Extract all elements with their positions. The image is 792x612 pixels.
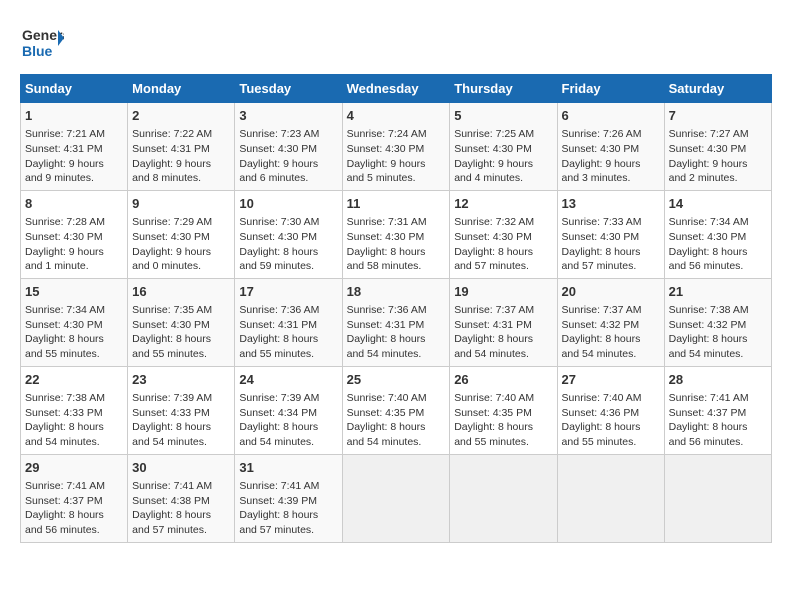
header-row: SundayMondayTuesdayWednesdayThursdayFrid… — [21, 75, 772, 103]
calendar-cell: 22Sunrise: 7:38 AMSunset: 4:33 PMDayligh… — [21, 366, 128, 454]
calendar-cell: 17Sunrise: 7:36 AMSunset: 4:31 PMDayligh… — [235, 278, 342, 366]
calendar-cell: 6Sunrise: 7:26 AMSunset: 4:30 PMDaylight… — [557, 103, 664, 191]
calendar-cell: 8Sunrise: 7:28 AMSunset: 4:30 PMDaylight… — [21, 190, 128, 278]
calendar-cell: 16Sunrise: 7:35 AMSunset: 4:30 PMDayligh… — [128, 278, 235, 366]
calendar-week-1: 1Sunrise: 7:21 AMSunset: 4:31 PMDaylight… — [21, 103, 772, 191]
calendar-week-3: 15Sunrise: 7:34 AMSunset: 4:30 PMDayligh… — [21, 278, 772, 366]
calendar-cell: 20Sunrise: 7:37 AMSunset: 4:32 PMDayligh… — [557, 278, 664, 366]
logo: GeneralBlue — [20, 20, 64, 64]
calendar-cell: 11Sunrise: 7:31 AMSunset: 4:30 PMDayligh… — [342, 190, 450, 278]
calendar-cell — [342, 454, 450, 542]
calendar-cell: 4Sunrise: 7:24 AMSunset: 4:30 PMDaylight… — [342, 103, 450, 191]
header-cell-wednesday: Wednesday — [342, 75, 450, 103]
calendar-cell: 15Sunrise: 7:34 AMSunset: 4:30 PMDayligh… — [21, 278, 128, 366]
calendar-week-4: 22Sunrise: 7:38 AMSunset: 4:33 PMDayligh… — [21, 366, 772, 454]
calendar-cell: 30Sunrise: 7:41 AMSunset: 4:38 PMDayligh… — [128, 454, 235, 542]
calendar-cell: 3Sunrise: 7:23 AMSunset: 4:30 PMDaylight… — [235, 103, 342, 191]
calendar-cell: 7Sunrise: 7:27 AMSunset: 4:30 PMDaylight… — [664, 103, 771, 191]
calendar-cell: 23Sunrise: 7:39 AMSunset: 4:33 PMDayligh… — [128, 366, 235, 454]
logo-svg: GeneralBlue — [20, 20, 64, 64]
calendar-cell: 1Sunrise: 7:21 AMSunset: 4:31 PMDaylight… — [21, 103, 128, 191]
calendar-cell: 26Sunrise: 7:40 AMSunset: 4:35 PMDayligh… — [450, 366, 557, 454]
calendar-cell: 13Sunrise: 7:33 AMSunset: 4:30 PMDayligh… — [557, 190, 664, 278]
header-cell-saturday: Saturday — [664, 75, 771, 103]
calendar-cell: 19Sunrise: 7:37 AMSunset: 4:31 PMDayligh… — [450, 278, 557, 366]
svg-text:Blue: Blue — [22, 43, 53, 59]
header-cell-thursday: Thursday — [450, 75, 557, 103]
calendar-cell: 5Sunrise: 7:25 AMSunset: 4:30 PMDaylight… — [450, 103, 557, 191]
calendar-cell: 18Sunrise: 7:36 AMSunset: 4:31 PMDayligh… — [342, 278, 450, 366]
calendar-cell: 9Sunrise: 7:29 AMSunset: 4:30 PMDaylight… — [128, 190, 235, 278]
header-cell-tuesday: Tuesday — [235, 75, 342, 103]
calendar-cell: 27Sunrise: 7:40 AMSunset: 4:36 PMDayligh… — [557, 366, 664, 454]
calendar-cell: 21Sunrise: 7:38 AMSunset: 4:32 PMDayligh… — [664, 278, 771, 366]
header-cell-friday: Friday — [557, 75, 664, 103]
calendar-cell: 24Sunrise: 7:39 AMSunset: 4:34 PMDayligh… — [235, 366, 342, 454]
calendar-cell — [557, 454, 664, 542]
calendar-cell — [450, 454, 557, 542]
calendar-cell: 12Sunrise: 7:32 AMSunset: 4:30 PMDayligh… — [450, 190, 557, 278]
header-cell-sunday: Sunday — [21, 75, 128, 103]
calendar-cell — [664, 454, 771, 542]
calendar-week-5: 29Sunrise: 7:41 AMSunset: 4:37 PMDayligh… — [21, 454, 772, 542]
calendar-cell: 29Sunrise: 7:41 AMSunset: 4:37 PMDayligh… — [21, 454, 128, 542]
calendar-cell: 14Sunrise: 7:34 AMSunset: 4:30 PMDayligh… — [664, 190, 771, 278]
calendar-cell: 2Sunrise: 7:22 AMSunset: 4:31 PMDaylight… — [128, 103, 235, 191]
calendar-cell: 10Sunrise: 7:30 AMSunset: 4:30 PMDayligh… — [235, 190, 342, 278]
calendar-week-2: 8Sunrise: 7:28 AMSunset: 4:30 PMDaylight… — [21, 190, 772, 278]
svg-text:General: General — [22, 27, 64, 43]
calendar-cell: 31Sunrise: 7:41 AMSunset: 4:39 PMDayligh… — [235, 454, 342, 542]
calendar-cell: 25Sunrise: 7:40 AMSunset: 4:35 PMDayligh… — [342, 366, 450, 454]
header-cell-monday: Monday — [128, 75, 235, 103]
calendar-cell: 28Sunrise: 7:41 AMSunset: 4:37 PMDayligh… — [664, 366, 771, 454]
page-header: GeneralBlue — [20, 20, 772, 64]
calendar-table: SundayMondayTuesdayWednesdayThursdayFrid… — [20, 74, 772, 543]
